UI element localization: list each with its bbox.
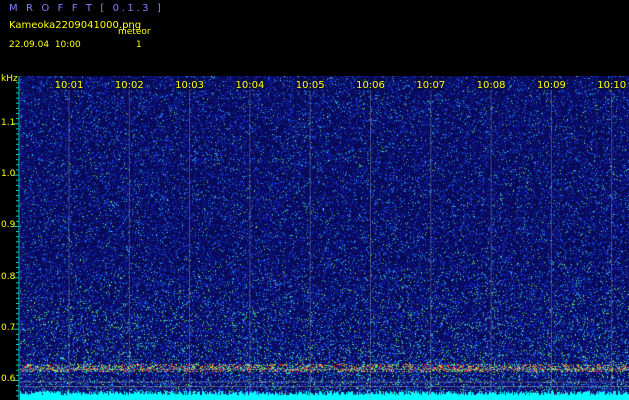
- date-time-label: 22.09.04 10:00: [9, 40, 81, 50]
- date-value: 22.09.04: [9, 40, 50, 50]
- meteor-count: 1: [136, 40, 142, 50]
- x-tick-label: 10:03: [175, 80, 204, 91]
- y-tick-label: 0.7: [1, 323, 16, 334]
- x-tick-label: 10:05: [296, 80, 325, 91]
- meteor-label: meteor: [118, 27, 151, 37]
- spectrogram-overlay: 10:01 10:02 10:03 10:04 10:05 10:06 10:07 10:08…: [20, 78, 629, 400]
- y-tick-label: 0.8: [1, 271, 16, 282]
- x-tick-label: 10:04: [235, 80, 264, 91]
- x-tick-label: 10:10: [597, 80, 626, 91]
- x-tick-label: 10:02: [115, 80, 144, 91]
- header-panel: M R O F F T [ 0.1.3 ] Kameoka2209041000.…: [0, 0, 629, 76]
- x-tick-label: 10:09: [537, 80, 566, 91]
- spectrogram-plot: 10:01 10:02 10:03 10:04 10:05 10:06 10:07 10:08…: [20, 76, 629, 400]
- y-axis: 1.1 1.0 0.9 0.8 0.7 0.6 kHz: [0, 74, 20, 400]
- y-tick-label: 0.9: [1, 220, 16, 231]
- y-tick-label: 0.6: [1, 374, 16, 385]
- y-tick-label: 1.0: [1, 169, 16, 180]
- x-tick-label: 10:07: [416, 80, 445, 91]
- x-tick-label: 10:01: [55, 80, 84, 91]
- y-axis-unit: kHz: [1, 74, 18, 84]
- y-tick-label: 1.1: [1, 117, 16, 128]
- x-tick-label: 10:08: [477, 80, 506, 91]
- app-title: M R O F F T [ 0.1.3 ]: [9, 3, 164, 14]
- time-value: 10:00: [54, 40, 81, 50]
- x-tick-label: 10:06: [356, 80, 385, 91]
